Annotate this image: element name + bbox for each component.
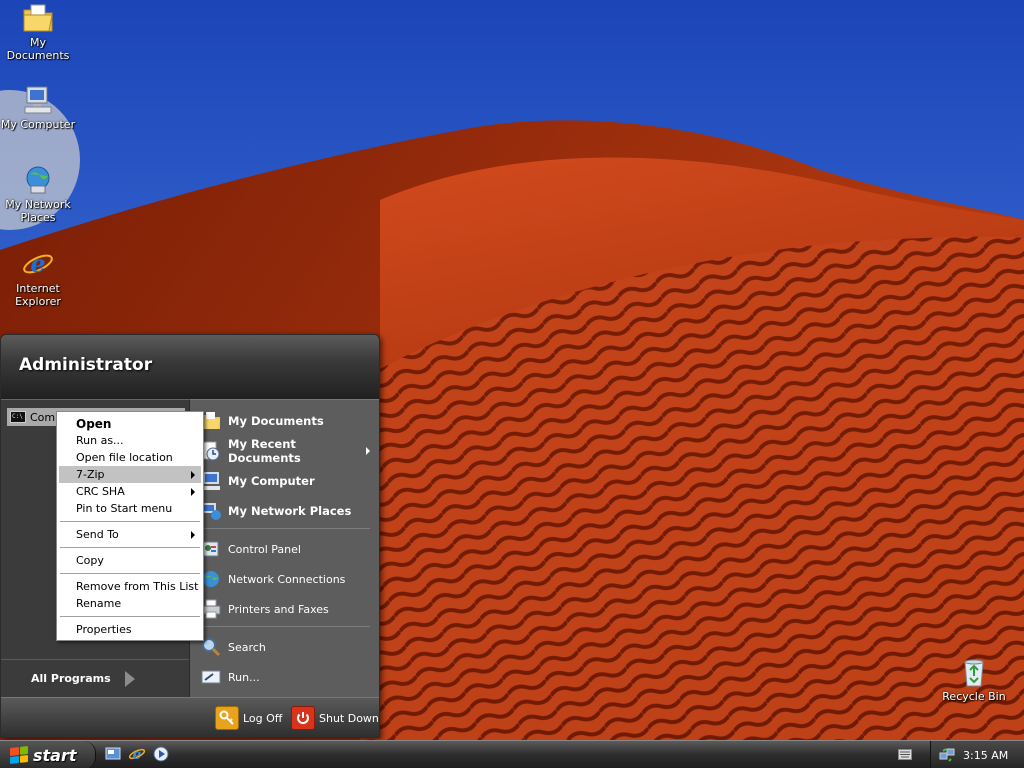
ctx-item-7zip[interactable]: 7-Zip bbox=[59, 466, 201, 483]
run-icon bbox=[201, 670, 221, 684]
desktop-icon-my-documents[interactable]: My Documents bbox=[0, 2, 76, 62]
start-item-my-network-places[interactable]: My Network Places bbox=[200, 498, 376, 524]
menu-separator bbox=[198, 626, 370, 627]
clock[interactable]: 3:15 AM bbox=[963, 749, 1008, 762]
submenu-arrow-icon bbox=[366, 447, 370, 455]
shut-down-button[interactable]: Shut Down bbox=[291, 705, 379, 731]
start-item-network-connections[interactable]: Network Connections bbox=[200, 566, 376, 592]
start-item-run[interactable]: Run... bbox=[200, 664, 376, 690]
context-menu: Open Run as... Open file location 7-Zip … bbox=[56, 411, 204, 641]
my-computer-icon bbox=[24, 86, 52, 114]
network-places-icon bbox=[26, 166, 50, 194]
system-tray: 3:15 AM bbox=[930, 741, 1024, 768]
recycle-bin-icon bbox=[964, 659, 984, 687]
start-item-my-computer[interactable]: My Computer bbox=[200, 468, 376, 494]
all-programs-button[interactable]: All Programs bbox=[1, 659, 189, 697]
submenu-arrow-icon bbox=[191, 531, 195, 539]
user-name: Administrator bbox=[19, 355, 153, 375]
quick-launch-bar: e bbox=[104, 745, 170, 763]
submenu-arrow-icon bbox=[191, 488, 195, 496]
menu-separator bbox=[60, 521, 200, 522]
menu-separator bbox=[198, 528, 370, 529]
menu-separator bbox=[60, 573, 200, 574]
ctx-item-copy[interactable]: Copy bbox=[59, 552, 201, 569]
windows-logo-icon bbox=[10, 746, 28, 764]
desktop-icon-my-network-places[interactable]: My Network Places bbox=[0, 164, 76, 224]
start-menu-footer: Log Off Shut Down bbox=[1, 697, 379, 737]
taskbar: start e 3:15 AM bbox=[0, 740, 1024, 768]
network-status-icon[interactable] bbox=[939, 747, 955, 763]
power-icon bbox=[291, 706, 315, 730]
ctx-item-crc-sha[interactable]: CRC SHA bbox=[59, 483, 201, 500]
ctx-item-run-as[interactable]: Run as... bbox=[59, 432, 201, 449]
start-label: start bbox=[33, 745, 77, 765]
start-menu-header: Administrator bbox=[1, 335, 379, 399]
svg-text:e: e bbox=[30, 249, 45, 278]
internet-explorer-icon[interactable]: e bbox=[128, 745, 146, 763]
start-item-search[interactable]: Search bbox=[200, 634, 376, 660]
start-button[interactable]: start bbox=[0, 741, 96, 768]
ctx-item-rename[interactable]: Rename bbox=[59, 595, 201, 612]
menu-separator bbox=[60, 616, 200, 617]
ctx-item-send-to[interactable]: Send To bbox=[59, 526, 201, 543]
all-programs-label: All Programs bbox=[31, 672, 111, 685]
ctx-item-open-file-location[interactable]: Open file location bbox=[59, 449, 201, 466]
submenu-arrow-icon bbox=[191, 471, 195, 479]
arrow-right-icon bbox=[124, 670, 135, 687]
menu-separator bbox=[60, 547, 200, 548]
start-item-my-recent-documents[interactable]: My Recent Documents bbox=[200, 437, 376, 465]
ctx-item-properties[interactable]: Properties bbox=[59, 621, 201, 638]
internet-explorer-icon: e bbox=[23, 249, 53, 278]
show-desktop-icon[interactable] bbox=[104, 745, 122, 763]
command-prompt-icon: C:\ bbox=[10, 411, 26, 423]
desktop-icon-my-computer[interactable]: My Computer bbox=[0, 84, 76, 131]
my-documents-icon bbox=[23, 4, 53, 32]
ctx-item-remove-from-list[interactable]: Remove from This List bbox=[59, 578, 201, 595]
desktop-icon-internet-explorer[interactable]: e Internet Explorer bbox=[0, 248, 76, 308]
start-item-control-panel[interactable]: Control Panel bbox=[200, 536, 376, 562]
start-item-printers-and-faxes[interactable]: Printers and Faxes bbox=[200, 596, 376, 622]
ctx-item-open[interactable]: Open bbox=[59, 415, 201, 432]
log-off-button[interactable]: Log Off bbox=[215, 705, 282, 731]
start-item-my-documents[interactable]: My Documents bbox=[200, 408, 376, 434]
keyboard-icon[interactable] bbox=[898, 749, 912, 760]
media-player-icon[interactable] bbox=[152, 745, 170, 763]
svg-text:e: e bbox=[133, 747, 142, 763]
key-icon bbox=[215, 706, 239, 730]
start-menu-right-pane: My Documents My Recent Documents My Comp… bbox=[189, 399, 379, 697]
ctx-item-pin-to-start-menu[interactable]: Pin to Start menu bbox=[59, 500, 201, 517]
desktop-icon-recycle-bin[interactable]: Recycle Bin bbox=[936, 656, 1012, 703]
